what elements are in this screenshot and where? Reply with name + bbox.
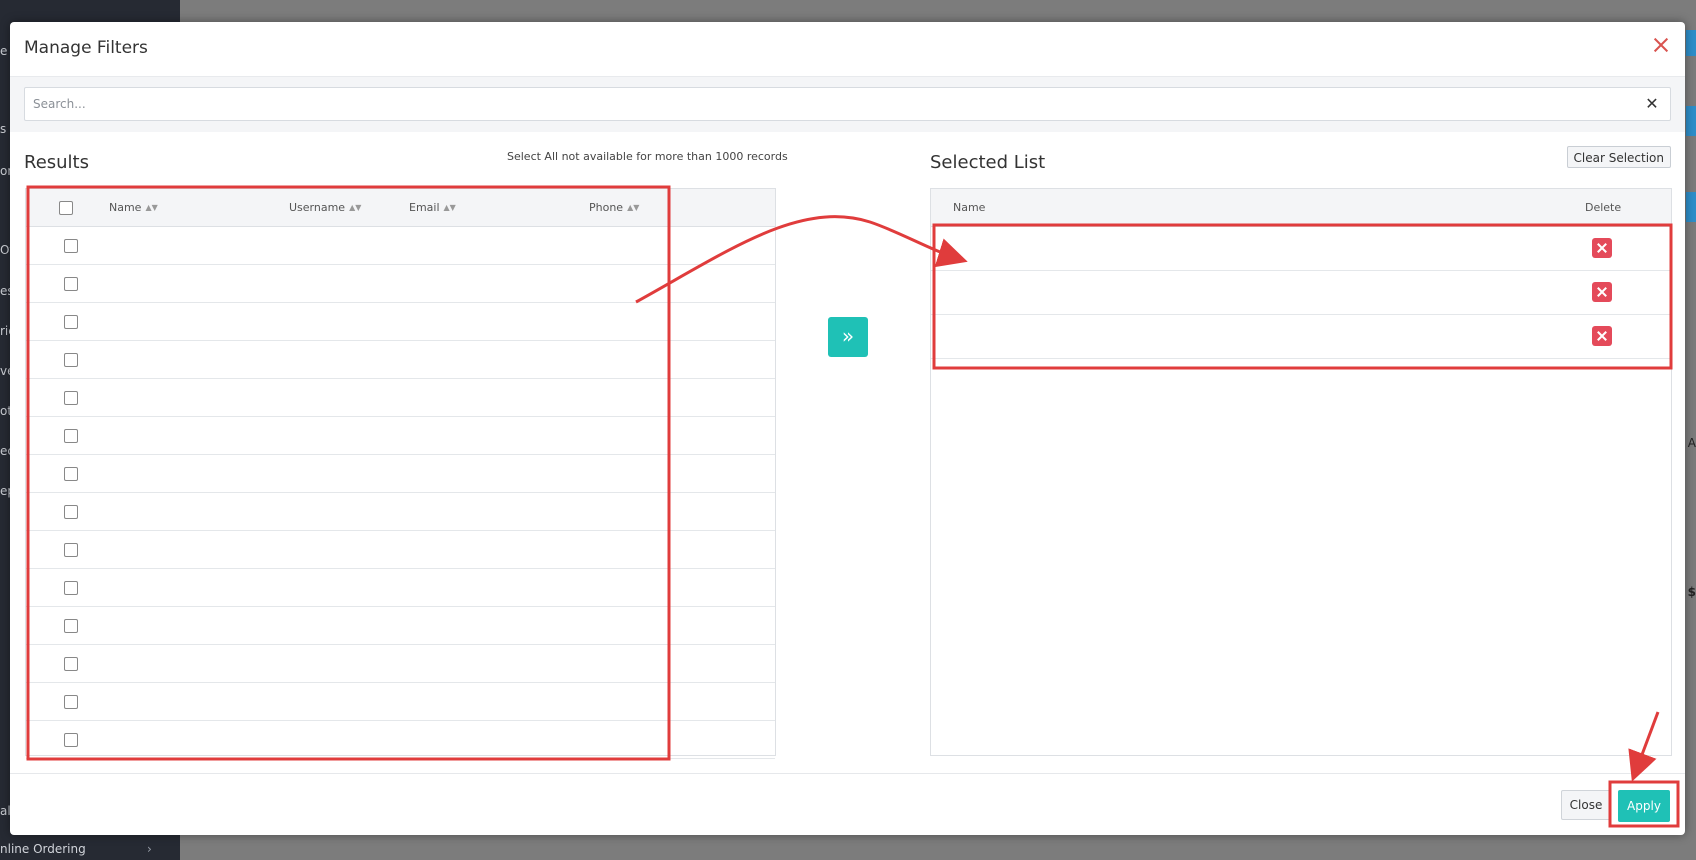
table-row xyxy=(26,683,775,721)
row-checkbox[interactable] xyxy=(64,467,78,481)
selected-list-table: Name Delete xyxy=(930,188,1672,756)
close-button[interactable]: Close xyxy=(1561,790,1611,820)
bg-right-fragment: $ xyxy=(1687,585,1696,599)
bg-right-fragment: A xyxy=(1687,436,1696,450)
row-checkbox[interactable] xyxy=(64,733,78,747)
sort-icon: ▲▼ xyxy=(443,203,456,212)
table-row xyxy=(26,455,775,493)
select-all-note: Select All not available for more than 1… xyxy=(507,150,788,163)
table-row xyxy=(26,379,775,417)
column-header-name[interactable]: Name ▲▼ xyxy=(109,201,158,214)
table-row xyxy=(26,227,775,265)
modal-title: Manage Filters xyxy=(24,38,148,58)
sort-icon: ▲▼ xyxy=(349,203,362,212)
table-row xyxy=(26,493,775,531)
search-box: ✕ xyxy=(24,87,1671,121)
selected-list-item xyxy=(931,271,1671,315)
results-table: Name ▲▼ Username ▲▼ Email ▲▼ Phone ▲▼ xyxy=(25,188,776,759)
bg-sidebar-item-label: nline Ordering xyxy=(0,842,86,856)
clear-search-icon[interactable]: ✕ xyxy=(1642,94,1662,114)
modal-header: Manage Filters xyxy=(10,22,1685,77)
table-row xyxy=(26,569,775,607)
bg-right-tab xyxy=(1686,192,1696,222)
sort-icon: ▲▼ xyxy=(627,203,640,212)
selected-column-delete: Delete xyxy=(1585,201,1622,214)
column-header-username[interactable]: Username ▲▼ xyxy=(289,201,361,214)
row-checkbox[interactable] xyxy=(64,315,78,329)
bg-sidebar-item-online-ordering[interactable]: nline Ordering › xyxy=(0,842,152,856)
column-label: Name xyxy=(109,201,142,214)
results-title: Results xyxy=(24,152,89,173)
column-label: Email xyxy=(409,201,440,214)
select-all-checkbox[interactable] xyxy=(59,201,73,215)
modal-footer: Close Apply xyxy=(10,773,1685,836)
manage-filters-modal: Manage Filters ✕ Results Select All not … xyxy=(10,22,1685,835)
row-checkbox[interactable] xyxy=(64,695,78,709)
search-bar: ✕ xyxy=(10,77,1685,132)
delete-icon[interactable] xyxy=(1592,326,1612,346)
chevron-right-icon: › xyxy=(147,842,152,856)
row-checkbox[interactable] xyxy=(64,429,78,443)
row-checkbox[interactable] xyxy=(64,391,78,405)
column-header-phone[interactable]: Phone ▲▼ xyxy=(589,201,639,214)
selected-list-item xyxy=(931,315,1671,359)
selected-list-item xyxy=(931,227,1671,271)
move-to-selected-button[interactable]: » xyxy=(828,317,868,357)
bg-sidebar-fragment: s xyxy=(0,122,7,136)
row-checkbox[interactable] xyxy=(64,353,78,367)
row-checkbox[interactable] xyxy=(64,505,78,519)
column-label: Phone xyxy=(589,201,624,214)
row-checkbox[interactable] xyxy=(64,239,78,253)
table-row xyxy=(26,531,775,569)
column-header-email[interactable]: Email ▲▼ xyxy=(409,201,456,214)
table-row xyxy=(26,265,775,303)
row-checkbox[interactable] xyxy=(64,277,78,291)
table-row xyxy=(26,721,775,759)
table-row xyxy=(26,417,775,455)
row-checkbox[interactable] xyxy=(64,619,78,633)
row-checkbox[interactable] xyxy=(64,657,78,671)
delete-icon[interactable] xyxy=(1592,282,1612,302)
close-icon[interactable] xyxy=(1651,35,1671,55)
bg-sidebar-fragment: e xyxy=(0,44,8,58)
row-checkbox[interactable] xyxy=(64,543,78,557)
selected-list-title: Selected List xyxy=(930,152,1046,173)
apply-button[interactable]: Apply xyxy=(1618,790,1670,822)
search-input[interactable] xyxy=(25,88,1646,120)
clear-selection-button[interactable]: Clear Selection xyxy=(1566,146,1671,168)
table-row xyxy=(26,607,775,645)
sort-icon: ▲▼ xyxy=(145,203,158,212)
bg-right-tab xyxy=(1686,106,1696,136)
table-row xyxy=(26,341,775,379)
delete-icon[interactable] xyxy=(1592,238,1612,258)
results-table-header: Name ▲▼ Username ▲▼ Email ▲▼ Phone ▲▼ xyxy=(26,189,775,227)
table-row xyxy=(26,645,775,683)
selected-column-name: Name xyxy=(953,201,986,214)
selected-table-header: Name Delete xyxy=(931,189,1671,227)
column-label: Username xyxy=(289,201,346,214)
bg-right-tab xyxy=(1686,30,1696,56)
table-row xyxy=(26,303,775,341)
row-checkbox[interactable] xyxy=(64,581,78,595)
